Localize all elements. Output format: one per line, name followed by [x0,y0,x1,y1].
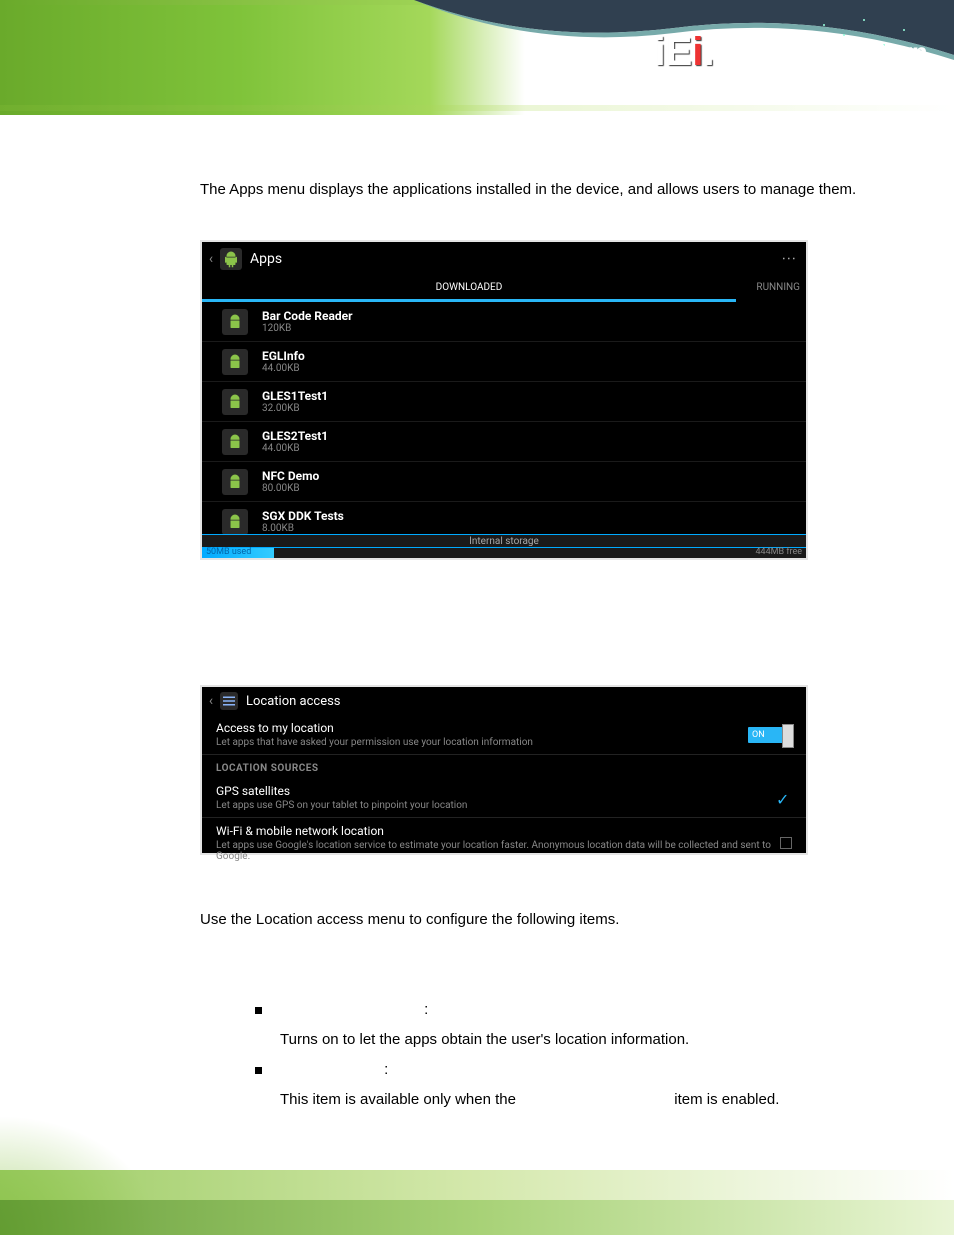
logo-iei: iEi. [655,30,715,75]
bullet-blank-ref [520,1085,670,1115]
bullet-desc: Turns on to let the apps obtain the user… [280,1031,689,1048]
row-subtitle: Let apps use Google's location service t… [216,840,780,862]
storage-track: 50MB used 444MB free [202,548,806,558]
android-app-icon [222,469,248,495]
apps-screenshot-frame: ‹ Apps ⋮ DOWNLOADED RUNNING Bar Code Rea… [200,240,808,560]
location-screen: ‹ Location access Access to my location … [202,687,806,853]
intro-paragraph: The Apps menu displays the applications … [200,175,910,205]
back-icon[interactable]: ‹ [202,693,220,709]
app-name: EGLInfo [262,349,305,363]
location-screenshot-frame: ‹ Location access Access to my location … [200,685,808,855]
app-size: 120KB [262,323,353,334]
bullet-square-icon [255,1007,262,1014]
header-bottom-strip [0,105,954,111]
settings-icon [220,692,238,710]
app-name: GLES1Test1 [262,389,328,403]
location-action-bar: ‹ Location access [202,687,806,715]
back-icon[interactable]: ‹ [202,251,220,267]
bullet-label-blank [280,1055,380,1085]
app-size: 44.00KB [262,363,305,374]
apps-tabs: DOWNLOADED RUNNING [202,276,806,302]
brand-logo: iEi. Integration Corp. [655,30,934,75]
app-row[interactable]: Bar Code Reader120KB [202,302,806,342]
bullet-desc-part-a: This item is available only when the [280,1091,516,1108]
wifi-location-row[interactable]: Wi-Fi & mobile network location Let apps… [202,818,806,868]
app-name: GLES2Test1 [262,429,328,443]
app-size: 44.00KB [262,443,328,454]
row-subtitle: Let apps use GPS on your tablet to pinpo… [216,800,776,811]
app-size: 8.00KB [262,523,344,534]
overflow-menu-icon[interactable]: ⋮ [781,252,797,267]
location-sources-header: LOCATION SOURCES [202,755,806,778]
bullet-square-icon [255,1067,262,1074]
android-app-icon [222,309,248,335]
location-access-row[interactable]: Access to my location Let apps that have… [202,715,806,755]
bullet-label-blank [280,995,420,1025]
apps-list[interactable]: Bar Code Reader120KB EGLInfo44.00KB GLES… [202,302,806,542]
row-title: Access to my location [216,721,748,735]
storage-used: 50MB used [206,547,251,557]
app-row[interactable]: NFC Demo80.00KB [202,462,806,502]
bullet-item: : This item is available only when the i… [255,1055,915,1115]
storage-label: Internal storage [202,534,806,548]
footer-strip-bottom [0,1200,954,1235]
app-row[interactable]: GLES2Test144.00KB [202,422,806,462]
location-title: Location access [246,694,341,709]
app-row[interactable]: EGLInfo44.00KB [202,342,806,382]
toggle-label: ON [752,730,765,740]
app-name: SGX DDK Tests [262,509,344,523]
bullet-desc-part-b: item is enabled. [674,1091,779,1108]
apps-title: Apps [250,251,282,267]
footer-strip [0,1170,954,1200]
row-subtitle: Let apps that have asked your permission… [216,737,748,748]
location-intro-paragraph: Use the Location access menu to configur… [200,905,915,935]
tab-running[interactable]: RUNNING [736,276,806,302]
row-title: Wi-Fi & mobile network location [216,824,780,838]
row-title: GPS satellites [216,784,776,798]
app-size: 80.00KB [262,483,319,494]
android-app-icon [222,389,248,415]
apps-screen: ‹ Apps ⋮ DOWNLOADED RUNNING Bar Code Rea… [202,242,806,558]
app-name: NFC Demo [262,469,319,483]
bullet-list: : Turns on to let the apps obtain the us… [255,995,915,1115]
checkmark-icon[interactable]: ✓ [776,790,792,806]
apps-action-bar: ‹ Apps ⋮ [202,242,806,276]
toggle-on[interactable]: ON [748,727,792,743]
bullet-item: : Turns on to let the apps obtain the us… [255,995,915,1055]
app-size: 32.00KB [262,403,328,414]
app-icon-header [220,248,242,270]
page-footer-banner [0,1115,954,1235]
checkbox-empty-icon[interactable] [780,837,792,849]
app-name: Bar Code Reader [262,309,353,323]
logo-text: Integration Corp. [725,37,934,68]
android-app-icon [222,429,248,455]
android-app-icon [222,509,248,535]
storage-free: 444MB free [755,547,802,557]
page-header-banner: iEi. Integration Corp. [0,0,954,115]
app-row[interactable]: GLES1Test132.00KB [202,382,806,422]
gps-satellites-row[interactable]: GPS satellites Let apps use GPS on your … [202,778,806,818]
android-app-icon [222,349,248,375]
storage-bar: Internal storage 50MB used 444MB free [202,534,806,558]
tab-downloaded[interactable]: DOWNLOADED [202,276,736,302]
page-content: The Apps menu displays the applications … [200,175,915,1115]
